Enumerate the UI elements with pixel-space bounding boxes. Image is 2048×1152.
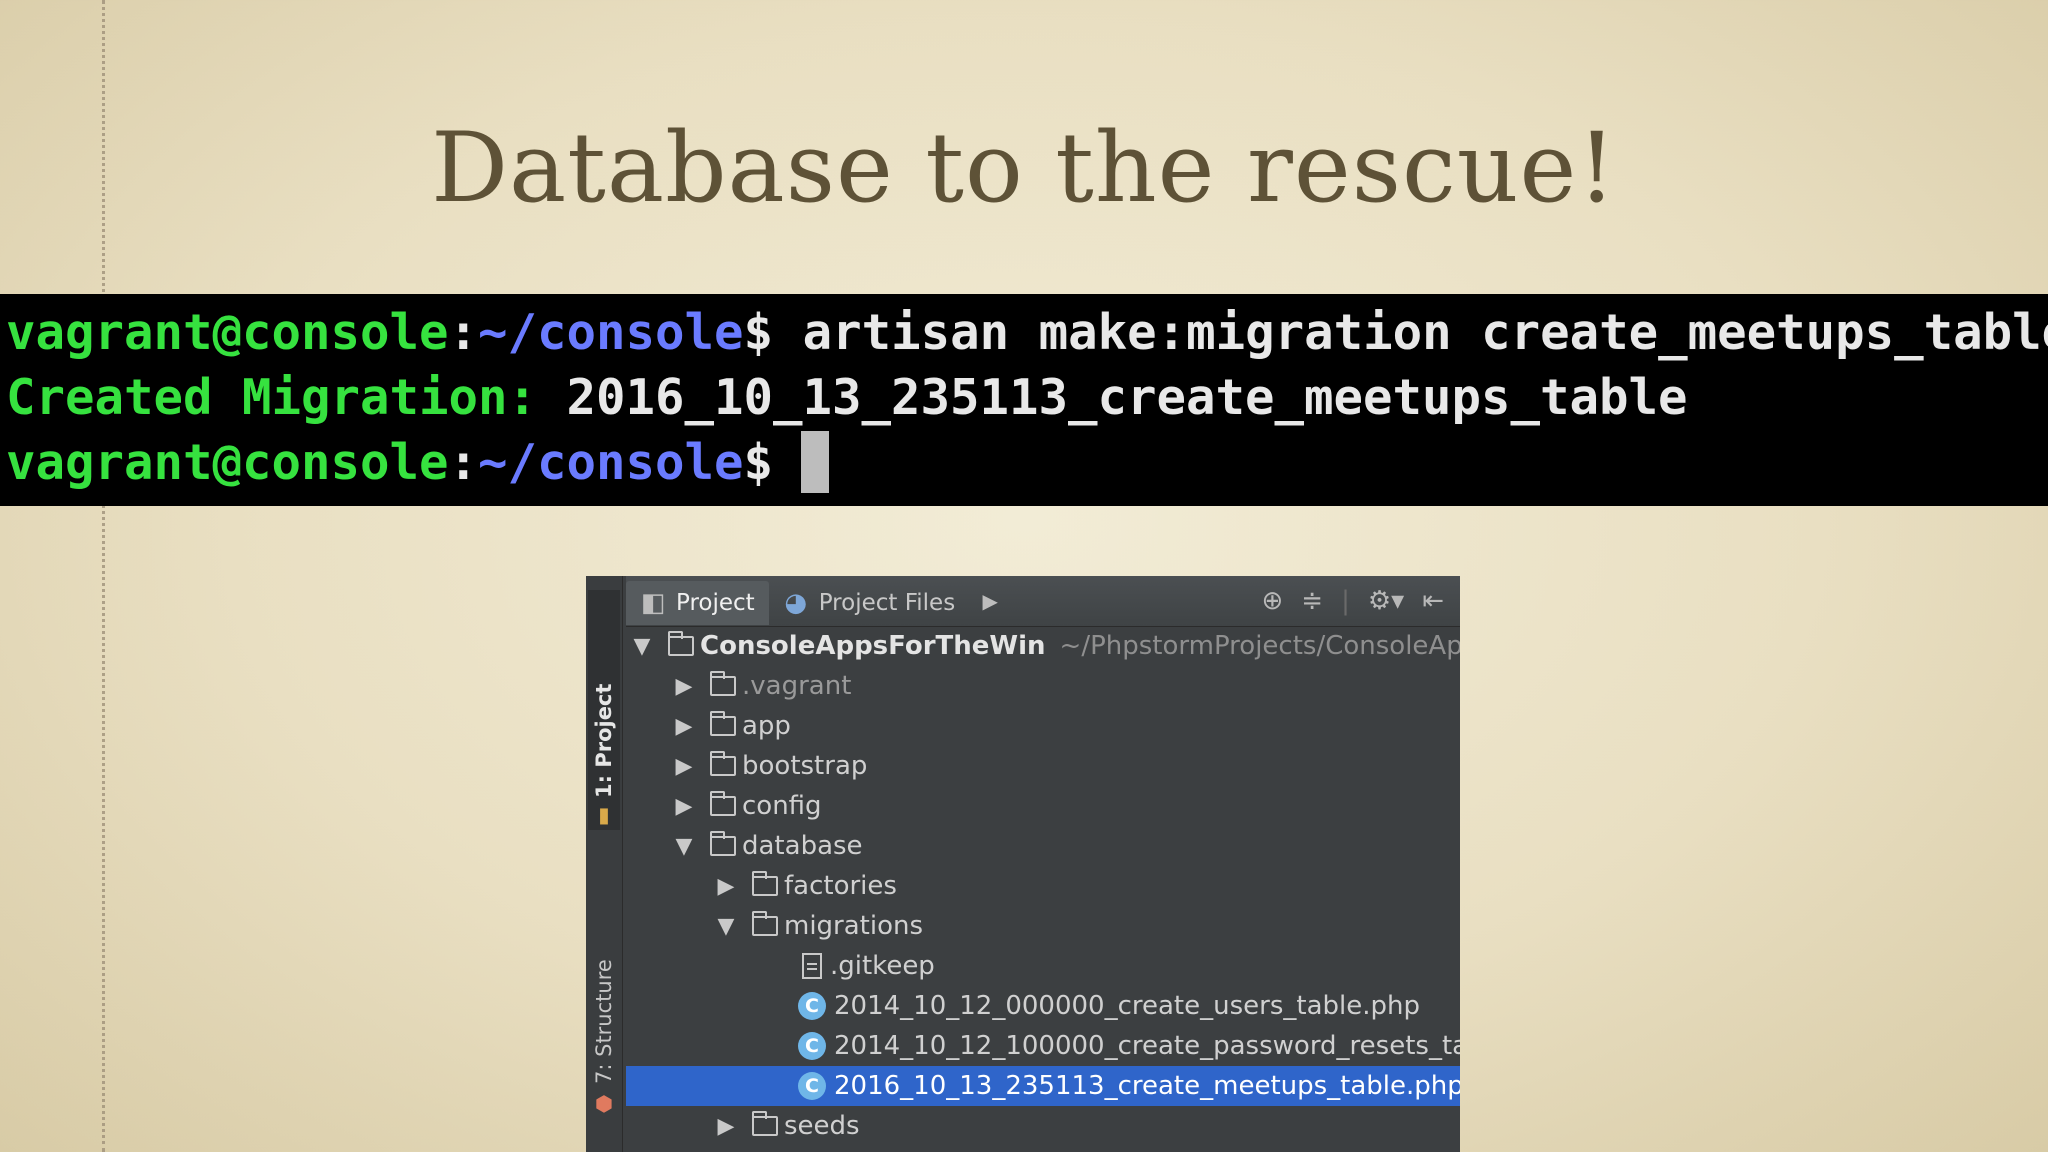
side-tab-project-label: 1: Project [592, 683, 616, 798]
collapsed-arrow-icon[interactable]: ▶ [712, 1114, 740, 1139]
prompt-separator: : [448, 434, 479, 491]
expanded-arrow-icon[interactable]: ▼ [628, 634, 656, 659]
project-files-icon: ◕ [784, 588, 808, 618]
tree-item-label: factories [784, 871, 897, 901]
tree-item-label: app [742, 711, 791, 741]
tree-item-migration-users[interactable]: C 2014_10_12_000000_create_users_table.p… [626, 986, 1460, 1026]
tree-item-label: migrations [784, 911, 924, 941]
collapsed-arrow-icon[interactable]: ▶ [670, 754, 698, 779]
hide-panel-icon[interactable]: ⇤ [1422, 586, 1444, 616]
project-view-icon: ◧ [640, 588, 666, 618]
terminal-line-command: vagrant@console:~/console$ artisan make:… [6, 300, 2048, 365]
tree-item-migrations[interactable]: ▼ migrations [626, 906, 1460, 946]
project-side-icon: ▮ [592, 806, 616, 830]
slide-title: Database to the rescue! [431, 112, 1617, 224]
prompt-symbol: $ [743, 434, 774, 491]
toolbar-divider: | [1341, 586, 1350, 616]
side-tab-structure-label: 7: Structure [592, 959, 616, 1084]
tree-item-label: seeds [784, 1111, 860, 1141]
side-tab-structure[interactable]: ⬢ 7: Structure [588, 866, 620, 1116]
tab-project[interactable]: ◧ Project [626, 581, 769, 625]
folder-icon [709, 711, 736, 736]
collapsed-arrow-icon[interactable]: ▶ [712, 874, 740, 899]
folder-icon [667, 631, 694, 656]
tree-item-bootstrap[interactable]: ▶ bootstrap [626, 746, 1460, 786]
folder-icon [709, 831, 736, 856]
settings-gear-icon[interactable]: ⚙▾ [1368, 586, 1404, 616]
expanded-arrow-icon[interactable]: ▼ [712, 914, 740, 939]
tree-item-migration-password-resets[interactable]: C 2014_10_12_100000_create_password_rese… [626, 1026, 1460, 1066]
tab-project-files-label: Project Files [818, 590, 956, 616]
output-label: Created Migration: [6, 369, 538, 426]
ide-project-panel: ▮ 1: Project ⬢ 7: Structure ◧ Project ◕ … [586, 576, 1460, 1152]
tree-item-label: .gitkeep [830, 951, 935, 981]
project-tree: ▼ ConsoleAppsForTheWin ~/PhpstormProject… [626, 626, 1460, 1152]
terminal[interactable]: vagrant@console:~/console$ artisan make:… [0, 294, 2048, 506]
tree-item-label: 2014_10_12_100000_create_password_resets… [834, 1031, 1460, 1061]
php-class-icon: C [798, 992, 826, 1020]
tree-item-label: 2014_10_12_000000_create_users_table.php [834, 991, 1420, 1021]
text-file-icon [802, 953, 822, 979]
output-value: 2016_10_13_235113_create_meetups_table [537, 369, 1688, 426]
tree-item-config[interactable]: ▶ config [626, 786, 1460, 826]
tree-item-vagrant[interactable]: ▶ .vagrant [626, 666, 1460, 706]
prompt-separator: : [448, 304, 479, 361]
tree-item-label: database [742, 831, 863, 861]
structure-side-icon: ⬢ [592, 1092, 616, 1116]
folder-icon [709, 791, 736, 816]
collapsed-arrow-icon[interactable]: ▶ [670, 714, 698, 739]
tree-item-database[interactable]: ▼ database [626, 826, 1460, 866]
prompt-path: ~/console [478, 434, 744, 491]
tree-item-root-path: ~/PhpstormProjects/ConsoleApps [1059, 631, 1460, 661]
prompt-path: ~/console [478, 304, 744, 361]
tree-item-label: bootstrap [742, 751, 868, 781]
expanded-arrow-icon[interactable]: ▼ [670, 834, 698, 859]
prompt-user-host: vagrant@console [6, 304, 449, 361]
tree-item-label: .vagrant [742, 671, 852, 701]
prompt-user-host: vagrant@console [6, 434, 449, 491]
collapsed-arrow-icon[interactable]: ▶ [670, 794, 698, 819]
tree-item-factories[interactable]: ▶ factories [626, 866, 1460, 906]
php-class-icon: C [798, 1072, 826, 1100]
folder-icon [709, 751, 736, 776]
prompt-symbol: $ [743, 304, 774, 361]
ide-side-strip: ▮ 1: Project ⬢ 7: Structure [586, 576, 623, 1152]
terminal-cursor [801, 430, 830, 493]
collapse-all-icon[interactable]: ≑ [1301, 586, 1323, 616]
folder-icon [751, 911, 778, 936]
tree-item-seeds[interactable]: ▶ seeds [626, 1106, 1460, 1146]
command-text: artisan make:migration create_meetups_ta… [773, 304, 2048, 361]
tab-project-files[interactable]: ◕ Project Files [769, 581, 969, 625]
collapsed-arrow-icon[interactable]: ▶ [670, 674, 698, 699]
terminal-line-prompt: vagrant@console:~/console$ [6, 430, 2048, 495]
scroll-from-source-icon[interactable]: ⊕ [1261, 586, 1283, 616]
tree-item-migration-meetups[interactable]: C 2016_10_13_235113_create_meetups_table… [626, 1066, 1460, 1106]
more-tabs-arrow-icon[interactable]: ▶ [977, 588, 1003, 614]
php-class-icon: C [798, 1032, 826, 1060]
tree-item-label: 2016_10_13_235113_create_meetups_table.p… [834, 1071, 1460, 1101]
tree-item-label: config [742, 791, 822, 821]
tree-item-root[interactable]: ▼ ConsoleAppsForTheWin ~/PhpstormProject… [626, 626, 1460, 666]
folder-icon [751, 1111, 778, 1136]
tree-item-gitkeep[interactable]: .gitkeep [626, 946, 1460, 986]
ide-toolbar: ◧ Project ◕ Project Files ▶ ⊕ ≑ | ⚙▾ ⇤ [626, 576, 1460, 627]
toolbar-actions: ⊕ ≑ | ⚙▾ ⇤ [1261, 586, 1460, 616]
side-tab-project[interactable]: ▮ 1: Project [588, 590, 620, 830]
terminal-line-output: Created Migration: 2016_10_13_235113_cre… [6, 365, 2048, 430]
tab-project-label: Project [676, 590, 755, 616]
tree-item-root-label: ConsoleAppsForTheWin [700, 631, 1046, 661]
tree-item-app[interactable]: ▶ app [626, 706, 1460, 746]
folder-icon [751, 871, 778, 896]
folder-icon [709, 671, 736, 696]
